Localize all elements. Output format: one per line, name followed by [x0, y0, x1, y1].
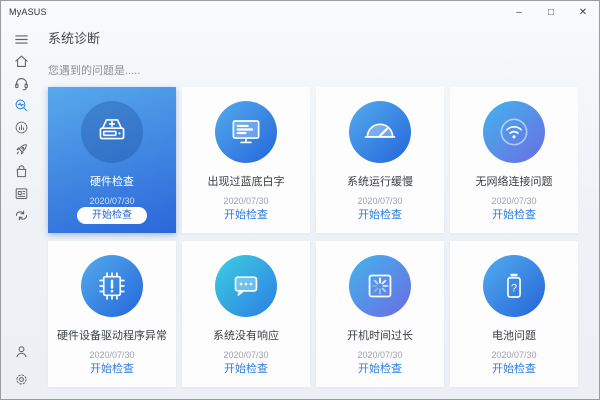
svg-text:?: ?: [511, 283, 517, 295]
wifi-icon: [483, 101, 545, 163]
card-title: 系统没有响应: [213, 330, 279, 343]
bag-icon: [13, 163, 30, 180]
start-check-button[interactable]: 开始检查: [358, 206, 402, 222]
card-date: 2020/07/30: [491, 196, 536, 206]
sidebar-item-app-center[interactable]: [1, 138, 41, 160]
sidebar-bottom: [1, 337, 41, 393]
card-title: 电池问题: [492, 330, 536, 343]
harddrive-icon: [81, 101, 143, 163]
maximize-button[interactable]: □: [535, 1, 567, 23]
battery-question-icon: ?: [483, 255, 545, 317]
diagnostic-card[interactable]: 开机时间过长 2020/07/30 开始检查: [316, 241, 444, 387]
sidebar-item-settings[interactable]: [1, 365, 41, 393]
sidebar-item-menu[interactable]: [1, 28, 41, 50]
card-title: 系统运行缓慢: [347, 176, 413, 189]
chip-alert-icon: [81, 255, 143, 317]
title-bar: MyASUS – □ ✕: [1, 1, 599, 23]
chat-icon: [215, 255, 277, 317]
start-check-button[interactable]: 开始检查: [492, 206, 536, 222]
card-title: 出现过蓝底白字: [208, 176, 285, 189]
sidebar: [1, 23, 41, 399]
card-title: 硬件检查: [90, 176, 134, 189]
diagnostic-card[interactable]: 无网络连接问题 2020/07/30 开始检查: [450, 87, 578, 233]
diagnostic-card[interactable]: 出现过蓝底白字 2020/07/30 开始检查: [182, 87, 310, 233]
settings-icon: [13, 371, 30, 388]
diagnostic-card[interactable]: 系统运行缓慢 2020/07/30 开始检查: [316, 87, 444, 233]
sidebar-item-hardware-settings[interactable]: [1, 116, 41, 138]
sidebar-item-news[interactable]: [1, 182, 41, 204]
sidebar-item-home[interactable]: [1, 50, 41, 72]
start-check-button[interactable]: 开始检查: [224, 206, 268, 222]
sync-icon: [13, 207, 30, 224]
sidebar-top: [1, 28, 41, 226]
minimize-button[interactable]: –: [503, 1, 535, 23]
diagnostic-card[interactable]: ? 电池问题 2020/07/30 开始检查: [450, 241, 578, 387]
card-date: 2020/07/30: [89, 196, 134, 206]
diagnostics-icon: [13, 97, 30, 114]
app-body: 系统诊断 您遇到的问题是..... 硬件检查 2020/07/30 开始检查 出…: [1, 23, 599, 399]
start-check-button[interactable]: 开始检查: [224, 360, 268, 376]
news-icon: [13, 185, 30, 202]
start-check-button[interactable]: 开始检查: [77, 207, 147, 224]
sidebar-item-system-diagnosis[interactable]: [1, 94, 41, 116]
card-date: 2020/07/30: [89, 350, 134, 360]
intro-text: 您遇到的问题是.....: [48, 65, 599, 77]
diagnostic-card[interactable]: 硬件设备驱动程序异常 2020/07/30 开始检查: [48, 241, 176, 387]
app-title: MyASUS: [9, 7, 47, 17]
close-button[interactable]: ✕: [567, 1, 599, 23]
card-date: 2020/07/30: [491, 350, 536, 360]
window-controls: – □ ✕: [503, 1, 599, 23]
sidebar-item-account[interactable]: [1, 337, 41, 365]
card-title: 无网络连接问题: [476, 176, 553, 189]
loading-screen-icon: [349, 255, 411, 317]
menu-icon: [13, 31, 30, 48]
start-check-button[interactable]: 开始检查: [358, 360, 402, 376]
card-title: 开机时间过长: [347, 330, 413, 343]
myasus-window: MyASUS – □ ✕ 系统诊断 您遇到的问题是..... 硬件检查 2020…: [0, 0, 600, 400]
card-date: 2020/07/30: [223, 350, 268, 360]
stats-icon: [13, 119, 30, 136]
rocket-icon: [13, 141, 30, 158]
card-date: 2020/07/30: [357, 350, 402, 360]
headset-icon: [13, 75, 30, 92]
user-icon: [13, 343, 30, 360]
start-check-button[interactable]: 开始检查: [492, 360, 536, 376]
page-title: 系统诊断: [48, 31, 599, 47]
card-date: 2020/07/30: [357, 196, 402, 206]
bluescreen-icon: [215, 101, 277, 163]
start-check-button[interactable]: 开始检查: [90, 360, 134, 376]
sidebar-item-link-sync[interactable]: [1, 204, 41, 226]
card-grid: 硬件检查 2020/07/30 开始检查 出现过蓝底白字 2020/07/30 …: [48, 87, 599, 387]
diagnostic-card[interactable]: 系统没有响应 2020/07/30 开始检查: [182, 241, 310, 387]
speedometer-icon: [349, 101, 411, 163]
sidebar-item-customer-service[interactable]: [1, 72, 41, 94]
diagnostic-card[interactable]: 硬件检查 2020/07/30 开始检查: [48, 87, 176, 233]
main-content: 系统诊断 您遇到的问题是..... 硬件检查 2020/07/30 开始检查 出…: [41, 23, 599, 399]
home-icon: [13, 53, 30, 70]
card-date: 2020/07/30: [223, 196, 268, 206]
sidebar-item-store[interactable]: [1, 160, 41, 182]
card-title: 硬件设备驱动程序异常: [57, 330, 167, 343]
